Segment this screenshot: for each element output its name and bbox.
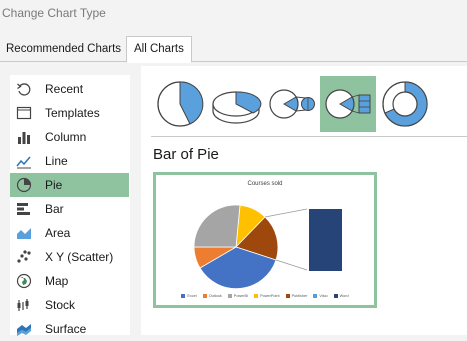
doughnut-icon [382, 81, 428, 127]
sidebar-item-label: Stock [45, 298, 76, 312]
legend-entry: Publisher [285, 294, 307, 298]
bar-of-pie-icon [325, 89, 371, 119]
sidebar-item-line[interactable]: Line [10, 149, 129, 173]
secondary-bar [309, 209, 342, 271]
map-chart-icon [16, 273, 32, 289]
window-title: Change Chart Type [2, 6, 106, 20]
sidebar-item-label: Line [45, 154, 68, 168]
area-chart-icon [17, 228, 31, 239]
chart-legend: Excel Outlook PowerBI PowerPoint Publish… [156, 294, 374, 298]
connector-bottom [275, 259, 308, 271]
tab-bar: Recommended Charts All Charts [0, 36, 467, 63]
sidebar-item-label: X Y (Scatter) [45, 250, 114, 264]
sidebar-item-pie[interactable]: Pie [10, 173, 129, 197]
column-chart-icon [18, 132, 30, 144]
subtype-doughnut[interactable] [377, 76, 433, 132]
legend-entry: PowerPoint [254, 294, 280, 298]
sidebar-item-area[interactable]: Area [10, 221, 129, 245]
sidebar-item-stock[interactable]: Stock [10, 293, 129, 317]
sidebar-item-column[interactable]: Column [10, 125, 129, 149]
preview-chart-svg [193, 204, 342, 290]
sidebar-item-label: Templates [45, 106, 100, 120]
legend-entry: Visio [313, 294, 328, 298]
templates-icon [16, 106, 32, 120]
sidebar-item-label: Recent [45, 82, 84, 96]
subtype-pie[interactable] [152, 76, 208, 132]
pie-icon [157, 81, 204, 127]
3d-pie-icon [212, 91, 262, 124]
sidebar-item-label: Area [45, 226, 71, 240]
pie-slice-powerbi [193, 204, 241, 248]
sidebar-item-label: Surface [45, 322, 87, 336]
subtype-3d-pie[interactable] [208, 76, 264, 132]
legend-entry: Outlook [202, 294, 222, 298]
sidebar-item-scatter[interactable]: X Y (Scatter) [10, 245, 129, 269]
sidebar-item-recent[interactable]: Recent [10, 77, 129, 101]
chart-type-list: Recent Templates Column Line Pie Bar Are… [10, 75, 130, 336]
legend-entry: PowerBI [227, 294, 248, 298]
sidebar-item-bar[interactable]: Bar [10, 197, 129, 221]
line-chart-icon [16, 156, 31, 169]
sidebar-item-label: Pie [45, 178, 63, 192]
sidebar-item-label: Bar [45, 202, 64, 216]
stock-chart-icon [17, 299, 29, 311]
chart-preview[interactable]: Courses sold Excel Outlook PowerBI Power… [153, 172, 377, 308]
recent-icon [17, 83, 31, 96]
pie-of-pie-icon [269, 89, 315, 119]
connector-top [264, 208, 308, 218]
sidebar-item-label: Column [45, 130, 87, 144]
subtype-title: Bar of Pie [153, 146, 219, 163]
pie-chart-icon [16, 177, 32, 193]
legend-entry: Word [333, 294, 349, 298]
scatter-chart-icon [17, 250, 31, 263]
tab-all-charts[interactable]: All Charts [126, 36, 192, 63]
divider [151, 136, 467, 137]
sidebar-item-templates[interactable]: Templates [10, 101, 129, 125]
sidebar-item-map[interactable]: Map [10, 269, 129, 293]
sidebar-item-label: Map [45, 274, 69, 288]
chart-subtype-panel: Bar of Pie Courses sold Excel Outlook Po… [141, 66, 467, 335]
subtype-bar-of-pie[interactable] [320, 76, 376, 132]
subtype-pie-of-pie[interactable] [264, 76, 320, 132]
tab-recommended-charts[interactable]: Recommended Charts [6, 38, 121, 61]
sidebar-item-surface[interactable]: Surface [10, 317, 129, 341]
bar-chart-icon [17, 203, 30, 215]
legend-entry: Excel [181, 294, 197, 298]
